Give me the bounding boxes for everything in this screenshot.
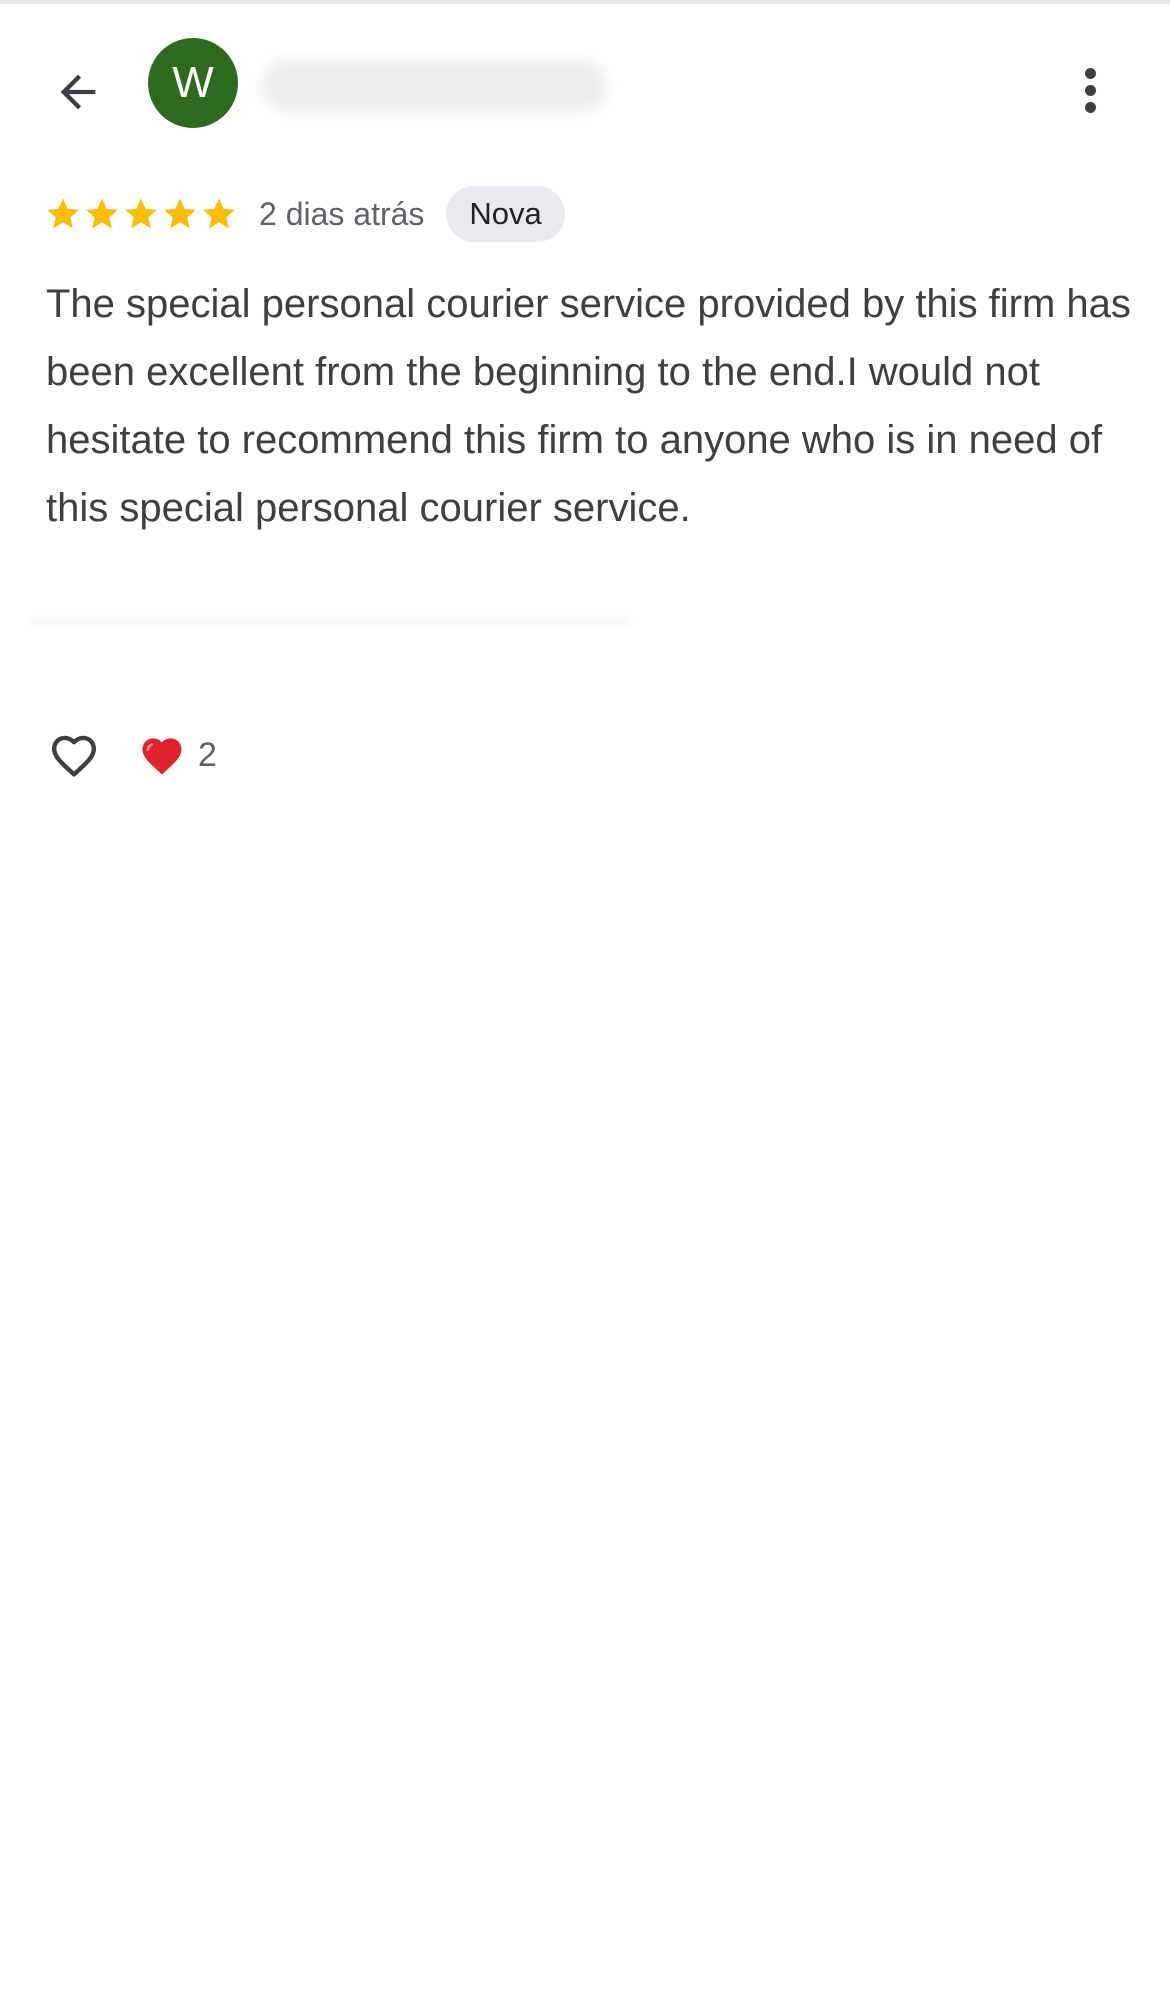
- red-heart-icon: [142, 738, 182, 775]
- more-vert-icon-dot: [1084, 84, 1096, 96]
- avatar[interactable]: W: [148, 38, 238, 128]
- review-meta: 2 dias atrás Nova: [44, 186, 565, 242]
- heart-outline-icon: [51, 735, 97, 777]
- reviewer-name-redacted: [262, 60, 607, 112]
- more-options-button[interactable]: [1060, 50, 1120, 130]
- more-vert-icon: [1084, 67, 1096, 79]
- star-icon: [164, 198, 196, 229]
- new-badge: Nova: [446, 186, 565, 242]
- review-text: The special personal courier service pro…: [46, 282, 1131, 530]
- top-divider: [0, 0, 1170, 4]
- star-icon: [86, 198, 118, 229]
- reaction-count: 2: [198, 735, 217, 774]
- review-actions: 2: [44, 724, 217, 786]
- star-icon: [47, 198, 79, 229]
- star-icon: [203, 198, 235, 229]
- star-icon: [125, 198, 157, 229]
- more-vert-icon-dot: [1084, 101, 1096, 113]
- star-rating: [44, 195, 239, 233]
- arrow-back-icon: [60, 74, 96, 110]
- review-header: W: [0, 30, 1170, 140]
- like-button[interactable]: [44, 725, 104, 785]
- avatar-letter: W: [172, 58, 214, 107]
- review-date: 2 dias atrás: [259, 195, 425, 232]
- faint-divider: [30, 618, 630, 624]
- reaction-summary[interactable]: 2: [136, 729, 217, 781]
- back-button[interactable]: [42, 56, 114, 128]
